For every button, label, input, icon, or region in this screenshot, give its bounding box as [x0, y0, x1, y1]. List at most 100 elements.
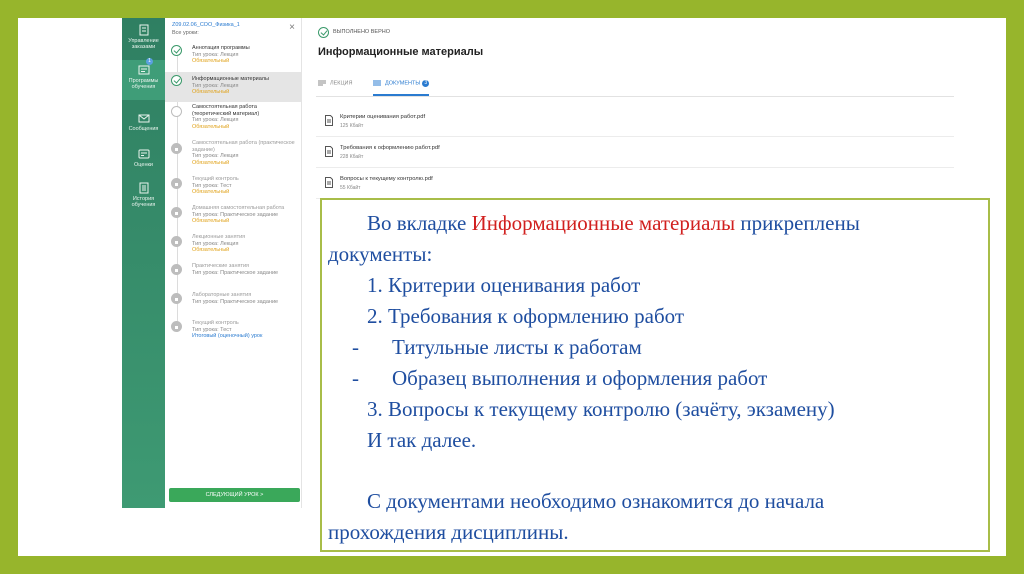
grades-icon	[138, 149, 149, 159]
lock-icon	[171, 293, 182, 304]
lesson-item[interactable]: Самостоятельная работа (теоретический ма…	[165, 104, 301, 140]
lock-icon	[171, 207, 182, 218]
lesson-tag: Обязательный	[192, 58, 230, 64]
lesson-item-locked[interactable]: Текущий контроль Тип урока: Тест Итоговый …	[165, 320, 301, 346]
lesson-item-locked[interactable]: Самостоятельная работа (практическое зад…	[165, 140, 301, 172]
next-lesson-button[interactable]: СЛЕДУЮЩИЙ УРОК >	[169, 488, 300, 502]
note-intro: Во вкладке Информационные материалы прик…	[367, 208, 860, 238]
check-circle-icon	[171, 75, 182, 86]
lesson-tag: Обязательный	[192, 189, 230, 195]
note-item: 2. Требования к оформлению работ	[367, 304, 685, 328]
lesson-title: Самостоятельная работа (теоретический ма…	[192, 104, 260, 117]
sidebar-item-label: Сообщения	[128, 126, 159, 132]
note-item: 1. Критерии оценивания работ	[367, 273, 641, 297]
close-icon[interactable]: ×	[289, 23, 295, 33]
lessons-panel: Z09.02.06_СОО_Физика_1 Все уроки: × Анно…	[165, 18, 302, 508]
pdf-file-icon	[325, 177, 333, 188]
lesson-title: Текущий контроль	[192, 176, 239, 182]
lesson-tag: Итоговый (оценочный) урок	[192, 333, 263, 339]
lesson-item-locked[interactable]: Лабораторные занятия Тип урока: Практичес…	[165, 292, 301, 314]
mail-icon	[138, 114, 149, 123]
lesson-tag: Обязательный	[192, 247, 230, 253]
check-circle-icon	[318, 27, 329, 38]
sidebar-item-label: Оценки	[134, 162, 153, 168]
pdf-file-icon	[325, 146, 333, 157]
lesson-item-active[interactable]: Информационные материалы Тип урока: Лекци…	[165, 72, 301, 102]
content-tabs: ЛЕКЦИЯ ДОКУМЕНТЫ 3	[316, 76, 954, 97]
sidebar-item-programs[interactable]: 1 Программы обучения	[122, 58, 165, 100]
lesson-title: Практические занятия	[192, 263, 250, 269]
course-link[interactable]: Z09.02.06_СОО_Физика_1	[172, 22, 240, 28]
sidebar-item-orders[interactable]: Управление заказами	[122, 24, 165, 50]
lesson-item[interactable]: Аннотация программы Тип урока: Лекция Обяз…	[165, 42, 301, 70]
tab-documents[interactable]: ДОКУМЕНТЫ 3	[373, 80, 430, 96]
note-intro-end: прикреплены	[735, 211, 860, 235]
lesson-type: Тип урока: Практическое задание	[192, 269, 279, 276]
tab-count-badge: 3	[422, 80, 430, 88]
all-lessons-label: Все уроки:	[172, 30, 199, 36]
document-row[interactable]: Критерии оценивания работ.pdf 125 Кбайт	[316, 108, 954, 137]
note-subitem: Титульные листы к работам	[392, 335, 642, 359]
lock-icon	[171, 236, 182, 247]
programs-badge: 1	[146, 58, 153, 65]
sidebar-item-messages[interactable]: Сообщения	[122, 112, 165, 132]
lesson-tag: Обязательный	[192, 218, 230, 224]
lesson-title: Аннотация программы	[192, 45, 250, 51]
explanation-box: Во вкладке Информационные материалы прик…	[320, 198, 990, 552]
note-line: И так далее.	[367, 428, 477, 452]
tab-lecture[interactable]: ЛЕКЦИЯ	[318, 80, 352, 96]
lesson-title: Лабораторные занятия	[192, 292, 252, 298]
lesson-type: Тип урока: Практическое задание	[192, 298, 279, 305]
note-line: документы:	[328, 242, 433, 266]
lesson-tag: Обязательный	[192, 123, 230, 130]
lesson-item-locked[interactable]: Практические занятия Тип урока: Практичес…	[165, 263, 301, 285]
note-dash: -	[352, 366, 359, 390]
lesson-title: Текущий контроль	[192, 320, 239, 326]
note-item: 3. Вопросы к текущему контролю (зачёту, …	[367, 397, 835, 421]
empty-circle-icon	[171, 106, 182, 117]
lesson-item-locked[interactable]: Текущий контроль Тип урока: Тест Обязатель…	[165, 176, 301, 202]
programs-icon	[138, 65, 149, 75]
document-size: 55 Кбайт	[340, 185, 361, 191]
tab-label: ЛЕКЦИЯ	[330, 80, 353, 87]
document-size: 125 Кбайт	[340, 123, 364, 129]
lines-icon	[318, 80, 326, 86]
main-sidebar: Управление заказами 1 Программы обучения…	[122, 18, 165, 508]
document-row[interactable]: Вопросы к текущему контролю.pdf 55 Кбайт	[316, 170, 954, 199]
lesson-tag: Обязательный	[192, 89, 230, 95]
lesson-tag: Обязательный	[192, 159, 230, 166]
pdf-file-icon	[325, 115, 333, 126]
sidebar-item-grades[interactable]: Оценки	[122, 148, 165, 168]
document-name: Критерии оценивания работ.pdf	[340, 114, 426, 120]
sidebar-item-label: История обучения	[131, 196, 156, 208]
note-dash: -	[352, 335, 359, 359]
page-title: Информационные материалы	[318, 46, 484, 58]
tab-label: ДОКУМЕНТЫ	[385, 80, 421, 87]
orders-icon	[139, 24, 148, 36]
lock-icon	[171, 321, 182, 332]
document-name: Вопросы к текущему контролю.pdf	[340, 176, 433, 182]
history-icon	[139, 182, 148, 194]
check-circle-icon	[171, 45, 182, 56]
lock-icon	[171, 264, 182, 275]
sidebar-item-history[interactable]: История обучения	[122, 182, 165, 208]
document-name: Требования к оформлению работ.pdf	[340, 145, 440, 151]
sidebar-item-label: Программы обучения	[128, 78, 159, 90]
note-line: С документами необходимо ознакомится до …	[367, 489, 825, 513]
document-row[interactable]: Требования к оформлению работ.pdf 228 Кб…	[316, 139, 954, 168]
lock-icon	[171, 178, 182, 189]
lock-icon	[171, 143, 182, 154]
lesson-title: Лекционные занятия	[192, 234, 246, 240]
status-label: ВЫПОЛНЕНО ВЕРНО	[333, 29, 390, 35]
lesson-item-locked[interactable]: Лекционные занятия Тип урока: Лекция Обяза…	[165, 234, 301, 260]
sidebar-item-label: Управление заказами	[128, 38, 159, 50]
lesson-title: Информационные материалы	[192, 76, 269, 82]
document-size: 228 Кбайт	[340, 154, 364, 160]
note-subitem: Образец выполнения и оформления работ	[392, 366, 768, 390]
list-icon	[373, 80, 381, 86]
note-line: прохождения дисциплины.	[328, 520, 569, 544]
note-intro-text: Во вкладке	[367, 211, 472, 235]
lesson-title: Домашняя самостоятельная работа	[192, 205, 285, 211]
lesson-item-locked[interactable]: Домашняя самостоятельная работа Тип урока…	[165, 205, 301, 231]
note-highlight: Информационные материалы	[471, 211, 736, 235]
